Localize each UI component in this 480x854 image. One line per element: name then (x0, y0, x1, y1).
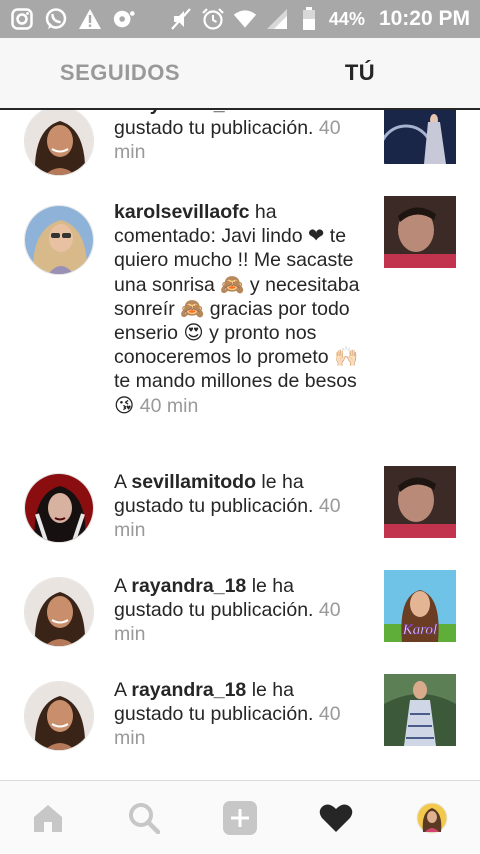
activity-text: A rayandra_18 le ha gustado tu publicaci… (114, 679, 341, 750)
maps-icon (112, 7, 136, 31)
instagram-icon (10, 7, 34, 31)
whatsapp-icon (44, 7, 68, 31)
tab-following[interactable]: SEGUIDOS (0, 38, 240, 108)
avatar[interactable] (24, 110, 94, 176)
list-item[interactable]: A rayandra_18 le ha gustado tu publicaci… (0, 570, 480, 670)
activity-tabs: SEGUIDOS TÚ (0, 38, 480, 110)
avatar[interactable] (24, 681, 94, 751)
post-thumbnail[interactable] (384, 110, 456, 164)
list-item[interactable]: A rayandra_18 le ha gustado tu publicaci… (0, 674, 480, 774)
profile-avatar[interactable] (408, 794, 456, 842)
activity-text: karolsevillaofc ha comentado: Javi lindo… (114, 201, 360, 417)
activity-text: A sevillamitodo le ha gustado tu publica… (114, 471, 341, 542)
username-link[interactable]: rayandra_18 (131, 575, 246, 597)
list-item[interactable]: A sevillamitodo le ha gustado tu publica… (0, 466, 480, 566)
search-icon[interactable] (120, 794, 168, 842)
home-icon[interactable] (24, 794, 72, 842)
post-thumbnail[interactable] (384, 674, 456, 746)
add-icon[interactable] (216, 794, 264, 842)
battery-icon (297, 7, 321, 31)
post-thumbnail[interactable] (384, 196, 456, 268)
activity-text: A rayandra_18 le ha gustado tu publicaci… (114, 110, 364, 165)
wifi-icon (233, 7, 257, 31)
username-link[interactable]: rayandra_18 (131, 110, 246, 115)
status-bar: 44% 10:20 PM (0, 0, 480, 38)
avatar[interactable] (24, 473, 94, 543)
tab-you[interactable]: TÚ (240, 38, 480, 108)
heart-icon[interactable] (312, 794, 360, 842)
activity-text: A rayandra_18 le ha gustado tu publicaci… (114, 575, 341, 646)
list-item[interactable]: karolsevillaofc ha comentado: Javi lindo… (0, 196, 480, 446)
username-link[interactable]: rayandra_18 (131, 679, 246, 701)
thumb-badge: Karol (402, 622, 437, 638)
avatar[interactable] (24, 577, 94, 647)
signal-icon (265, 7, 289, 31)
username-link[interactable]: sevillamitodo (131, 471, 256, 493)
warning-icon (78, 7, 102, 31)
clock: 10:20 PM (378, 7, 470, 30)
battery-percent: 44% (328, 8, 365, 29)
activity-time: 40 min (134, 394, 199, 417)
mute-icon (169, 7, 193, 31)
activity-feed[interactable]: A rayandra_18 le ha gustado tu publicaci… (0, 110, 480, 780)
post-thumbnail[interactable] (384, 466, 456, 538)
bottom-navigation (0, 780, 480, 854)
avatar[interactable] (24, 205, 94, 275)
username-link[interactable]: karolsevillaofc (114, 201, 250, 223)
list-item[interactable]: A rayandra_18 le ha gustado tu publicaci… (0, 110, 480, 196)
alarm-icon (201, 7, 225, 31)
post-thumbnail[interactable]: Karol (384, 570, 456, 642)
